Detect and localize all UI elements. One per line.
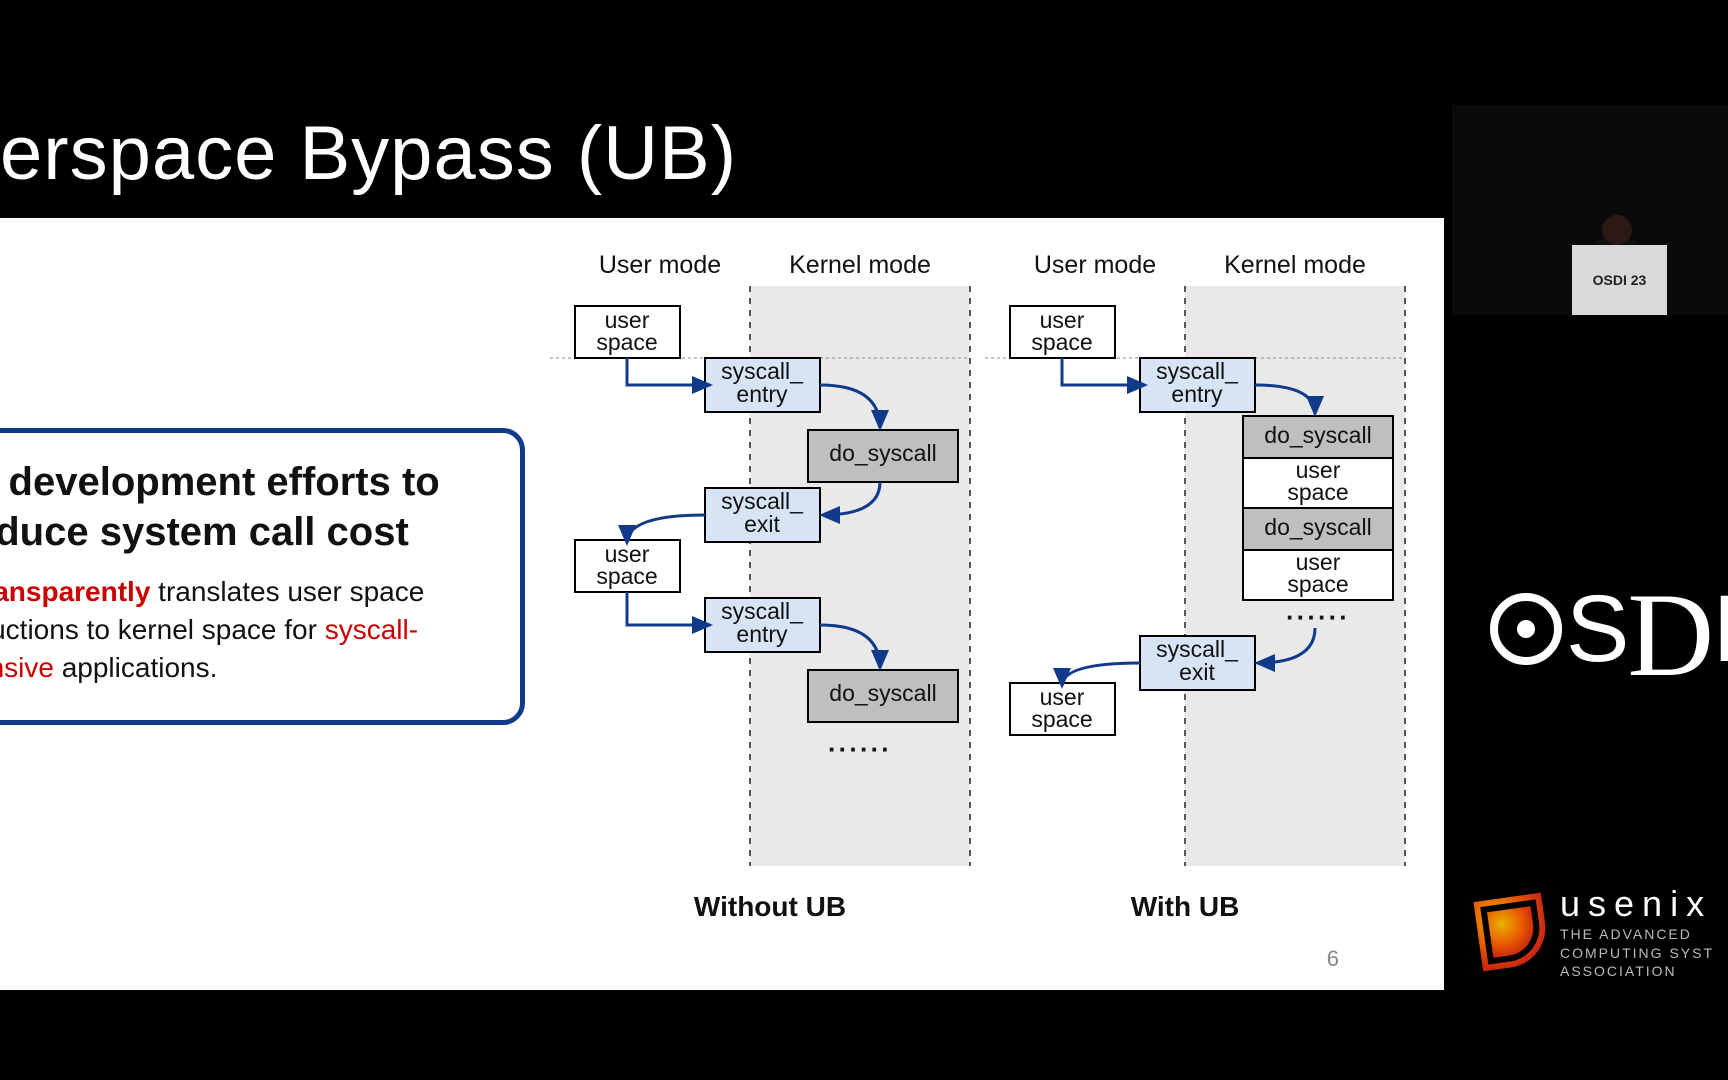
left-sx1b: exit xyxy=(744,511,780,537)
speaker-head xyxy=(1602,215,1632,245)
left-se2b: entry xyxy=(736,621,788,647)
r-ds1: do_syscall xyxy=(1264,422,1371,448)
callout-box: o development efforts to educe system ca… xyxy=(0,428,525,725)
flow-diagram: User mode Kernel mode user space syscall… xyxy=(550,228,1430,928)
callout-text-1: translates user space xyxy=(150,576,424,607)
osdi-ring-icon xyxy=(1490,593,1562,665)
usenix-logo: usenix THE ADVANCED COMPUTING SYST ASSOC… xyxy=(1478,883,1714,980)
podium-sign: OSDI 23 xyxy=(1572,245,1667,315)
r-usk2b: space xyxy=(1287,571,1348,597)
osdi-logo-text: S D I 2 xyxy=(1490,560,1728,698)
callout-text-2: tructions to kernel space for xyxy=(0,614,325,645)
left-kernel-mode: Kernel mode xyxy=(789,251,931,279)
slide-stage: erspace Bypass (UB) o development effort… xyxy=(0,0,1444,1010)
r-se-b: entry xyxy=(1171,381,1223,407)
callout-red-2b: ensive xyxy=(0,652,54,683)
left-se1b: entry xyxy=(736,381,788,407)
right-panel: User mode Kernel mode user space syscall… xyxy=(985,251,1405,922)
r-usk1b: space xyxy=(1287,479,1348,505)
left-ds1: do_syscall xyxy=(829,440,936,466)
osdi-logo: S D I 2 xyxy=(1490,560,1728,698)
podium-text: OSDI 23 xyxy=(1593,272,1647,288)
left-panel: User mode Kernel mode user space syscall… xyxy=(550,251,970,922)
right-user-mode: User mode xyxy=(1034,251,1156,279)
left-footer: Without UB xyxy=(694,891,846,922)
slide-title: erspace Bypass (UB) xyxy=(0,110,737,197)
left-ellipsis: ······ xyxy=(828,734,892,764)
right-kernel-mode: Kernel mode xyxy=(1224,251,1366,279)
callout-body: transparently translates user space truc… xyxy=(0,573,492,686)
usenix-wordmark: usenix xyxy=(1560,883,1714,925)
callout-text-3: applications. xyxy=(54,652,217,683)
callout-title: o development efforts to educe system ca… xyxy=(0,457,492,557)
left-us-2b: space xyxy=(596,563,657,589)
r-us-1b: space xyxy=(1031,329,1092,355)
left-user-mode: User mode xyxy=(599,251,721,279)
callout-title-line1: o development efforts to xyxy=(0,460,440,504)
page-number: 6 xyxy=(1327,946,1339,972)
usenix-sub3: ASSOCIATION xyxy=(1560,962,1714,980)
left-us-1b: space xyxy=(596,329,657,355)
r-sx-b: exit xyxy=(1179,659,1215,685)
usenix-flame-icon xyxy=(1473,892,1550,971)
r-ds2: do_syscall xyxy=(1264,514,1371,540)
usenix-sub2: COMPUTING SYST xyxy=(1560,944,1714,962)
diagram-svg: User mode Kernel mode user space syscall… xyxy=(550,228,1430,928)
r-us-2b: space xyxy=(1031,706,1092,732)
slide-body: o development efforts to educe system ca… xyxy=(0,218,1444,990)
callout-red-1: transparently xyxy=(0,576,150,607)
right-footer: With UB xyxy=(1131,891,1240,922)
left-ds2: do_syscall xyxy=(829,680,936,706)
callout-red-2a: syscall- xyxy=(325,614,418,645)
callout-title-line2: educe system call cost xyxy=(0,510,409,554)
usenix-sub1: THE ADVANCED xyxy=(1560,925,1714,943)
r-ell: ······ xyxy=(1286,602,1350,632)
speaker-video: OSDI 23 xyxy=(1452,105,1728,315)
